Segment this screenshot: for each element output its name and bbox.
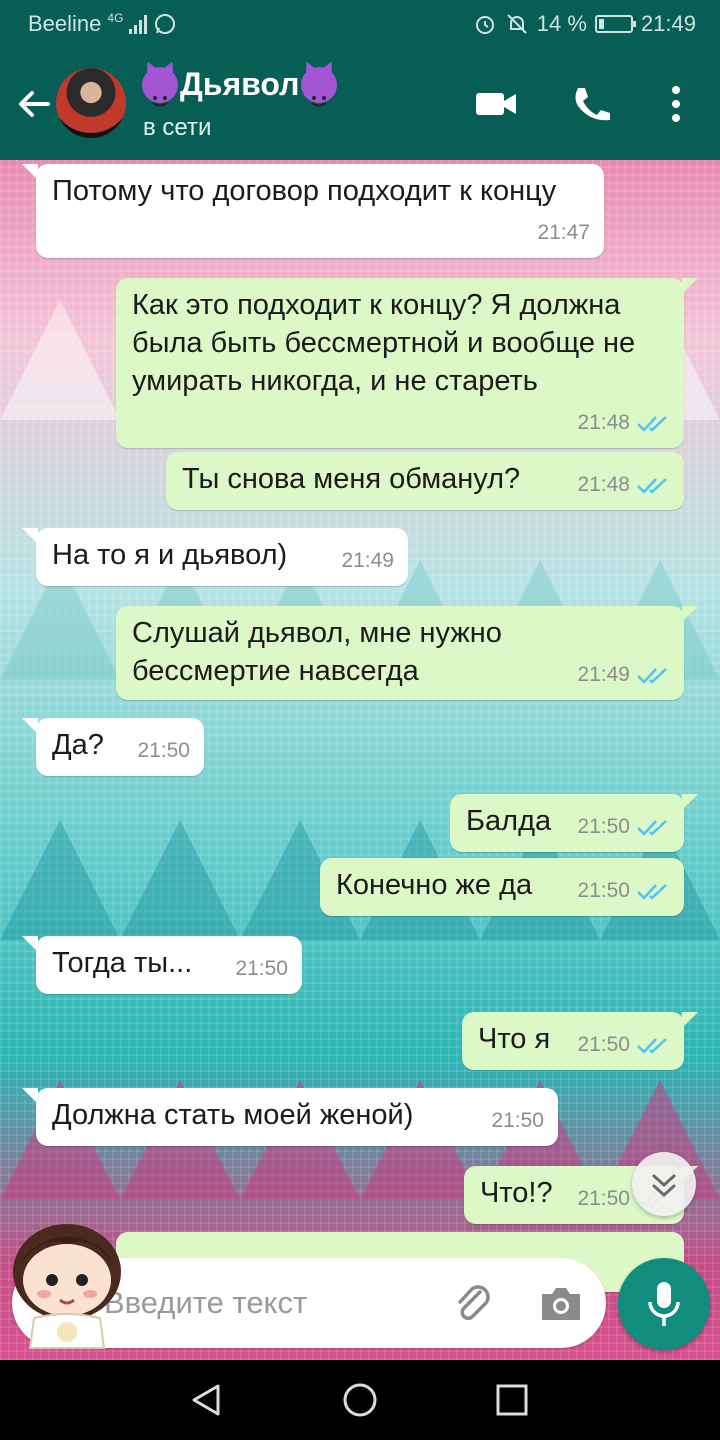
message-time: 21:49 bbox=[577, 663, 630, 686]
back-arrow-icon[interactable] bbox=[14, 84, 54, 124]
message-outgoing[interactable]: Конечно же да 21:50 bbox=[320, 858, 684, 916]
message-incoming[interactable]: На то я и дьявол) 21:49 bbox=[22, 528, 408, 586]
message-outgoing[interactable]: Ты снова меня обманул? 21:48 bbox=[166, 452, 684, 510]
camera-icon[interactable] bbox=[538, 1282, 584, 1324]
chat-header: Дьявол в сети bbox=[0, 48, 720, 160]
scroll-down-icon bbox=[652, 1174, 676, 1198]
read-ticks-icon bbox=[637, 668, 667, 684]
nav-back-icon[interactable] bbox=[186, 1382, 226, 1418]
more-icon[interactable] bbox=[654, 84, 698, 124]
message-time: 21:50 bbox=[137, 739, 190, 762]
video-call-icon[interactable] bbox=[474, 84, 518, 124]
network-type-label: 4G bbox=[107, 11, 124, 25]
battery-percent: 14 % bbox=[536, 11, 587, 36]
read-ticks-icon bbox=[637, 884, 667, 900]
message-time: 21:47 bbox=[537, 221, 590, 244]
message-outgoing[interactable]: Слушай дьявол, мне нужно бессмертие навс… bbox=[116, 606, 698, 700]
contact-status: в сети bbox=[143, 114, 212, 141]
message-time: 21:49 bbox=[341, 549, 394, 572]
mute-bell-icon bbox=[507, 14, 527, 34]
devil-emoji-icon bbox=[301, 66, 338, 106]
message-incoming[interactable]: Тогда ты... 21:50 bbox=[22, 936, 302, 994]
read-ticks-icon bbox=[637, 416, 667, 432]
devil-emoji-icon bbox=[142, 66, 178, 106]
message-time: 21:50 bbox=[235, 957, 288, 980]
message-time: 21:50 bbox=[577, 879, 630, 902]
battery-icon bbox=[594, 15, 636, 33]
message-time: 21:48 bbox=[577, 411, 630, 434]
message-outgoing[interactable]: Что я 21:50 bbox=[462, 1012, 698, 1070]
message-incoming[interactable]: Должна стать моей женой) 21:50 bbox=[22, 1088, 558, 1146]
phone-icon[interactable] bbox=[570, 84, 614, 124]
voice-record-button[interactable] bbox=[618, 1258, 710, 1350]
message-time: 21:50 bbox=[491, 1109, 544, 1132]
nav-home-icon[interactable] bbox=[340, 1380, 380, 1420]
scroll-down-button[interactable] bbox=[632, 1152, 696, 1216]
message-outgoing[interactable]: Как это подходит к концу? Я должна была … bbox=[116, 278, 698, 448]
message-time: 21:50 bbox=[577, 815, 630, 838]
message-text: Как это подходит к концу? Я должна была … bbox=[132, 289, 636, 397]
contact-title[interactable]: Дьявол bbox=[142, 66, 338, 106]
message-text: Должна стать моей женой) bbox=[52, 1099, 414, 1131]
message-outgoing[interactable]: Балда 21:50 bbox=[450, 794, 698, 852]
read-ticks-icon bbox=[637, 1038, 667, 1054]
message-time: 21:48 bbox=[577, 473, 630, 496]
mic-icon bbox=[648, 1282, 680, 1326]
whatsapp-icon bbox=[155, 14, 176, 34]
message-input[interactable]: Введите текст bbox=[104, 1285, 307, 1321]
read-ticks-icon bbox=[637, 820, 667, 836]
system-nav-bar bbox=[0, 1360, 720, 1440]
carrier-label: Beeline bbox=[28, 11, 102, 36]
avatar[interactable] bbox=[56, 68, 126, 138]
contact-name: Дьявол bbox=[180, 66, 300, 102]
nav-recents-icon[interactable] bbox=[494, 1382, 530, 1418]
alarm-icon bbox=[475, 16, 494, 34]
message-incoming[interactable]: Потому что договор подходит к концу 21:4… bbox=[22, 164, 604, 258]
message-incoming[interactable]: Да? 21:50 bbox=[22, 718, 204, 776]
chat-area[interactable]: Потому что договор подходит к концу 21:4… bbox=[0, 160, 720, 1360]
status-bar: Beeline 4G 14 % 21:49 bbox=[0, 0, 720, 48]
message-text: Потому что договор подходит к концу bbox=[52, 175, 557, 207]
message-time: 21:50 bbox=[577, 1033, 630, 1056]
sticker-chibi-image bbox=[13, 1224, 121, 1349]
message-time: 21:50 bbox=[577, 1187, 630, 1210]
signal-icon bbox=[129, 14, 148, 34]
read-ticks-icon bbox=[637, 478, 667, 494]
attach-icon[interactable] bbox=[450, 1280, 496, 1326]
clock: 21:49 bbox=[640, 11, 696, 36]
